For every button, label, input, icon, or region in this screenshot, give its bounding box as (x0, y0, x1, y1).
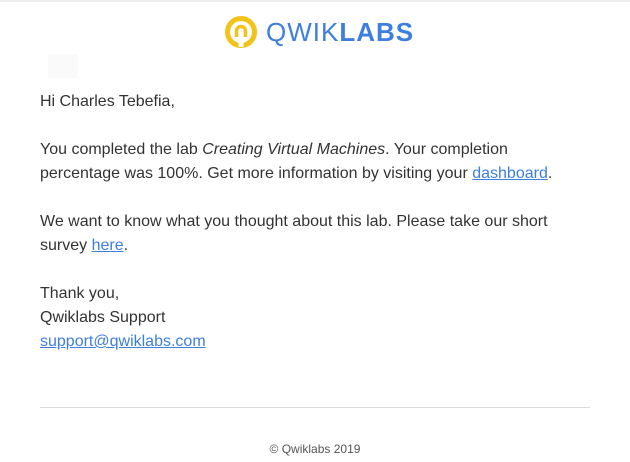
survey-text: . (123, 237, 129, 254)
placeholder-image (48, 54, 78, 78)
signoff: Thank you, Qwiklabs Support support@qwik… (40, 282, 552, 354)
email-body: Hi Charles Tebefia, You completed the la… (40, 90, 552, 378)
survey-link[interactable]: here (92, 237, 124, 254)
lab-name: Creating Virtual Machines (202, 141, 386, 158)
thanks-text: Thank you, (40, 285, 120, 302)
completion-paragraph: You completed the lab Creating Virtual M… (40, 138, 552, 186)
qwiklabs-logo: QWIKLABS (224, 15, 414, 49)
qwiklabs-logo-icon (225, 16, 257, 48)
completion-text: . Your completion (385, 141, 508, 158)
survey-text: We want to know what you thought about t… (40, 213, 548, 230)
logo-text-light: QWIK (266, 16, 340, 47)
sender-name: Qwiklabs Support (40, 309, 166, 326)
top-border (0, 0, 630, 2)
footer-divider (40, 407, 590, 408)
completion-text: You completed the lab (40, 141, 203, 158)
support-email-link[interactable]: support@qwiklabs.com (40, 333, 206, 350)
footer-copyright: © Qwiklabs 2019 (269, 442, 361, 456)
dashboard-link[interactable]: dashboard (472, 165, 548, 182)
completion-text: percentage was 100%. Get more informatio… (40, 165, 473, 182)
survey-text: survey (40, 237, 92, 254)
survey-paragraph: We want to know what you thought about t… (40, 210, 552, 258)
logo-text-bold: LABS (339, 16, 415, 47)
completion-text: . (547, 165, 553, 182)
greeting: Hi Charles Tebefia, (40, 93, 175, 110)
